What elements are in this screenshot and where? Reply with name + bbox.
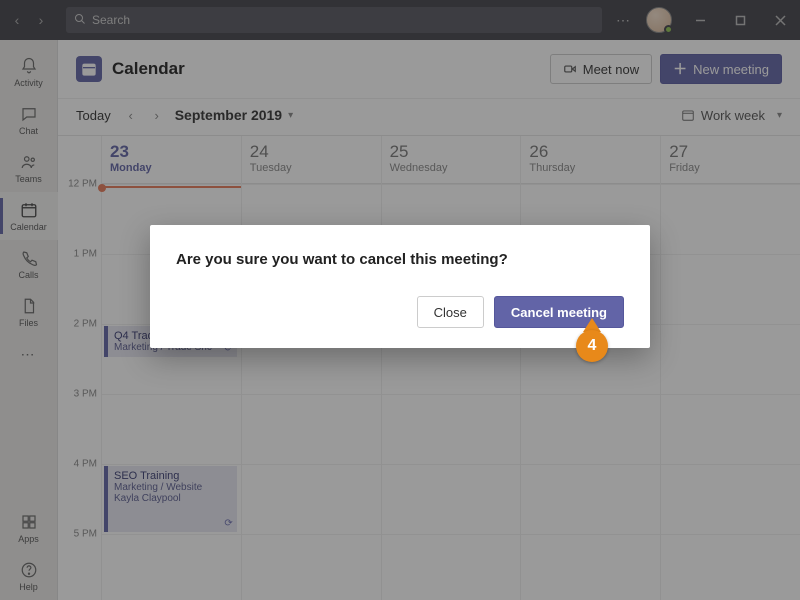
modal-overlay: Are you sure you want to cancel this mee… bbox=[0, 0, 800, 600]
dialog-close-button[interactable]: Close bbox=[417, 296, 484, 328]
dialog-text: Are you sure you want to cancel this mee… bbox=[176, 251, 624, 268]
dialog-cancel-meeting-button[interactable]: Cancel meeting bbox=[494, 296, 624, 328]
cancel-meeting-dialog: Are you sure you want to cancel this mee… bbox=[150, 225, 650, 348]
